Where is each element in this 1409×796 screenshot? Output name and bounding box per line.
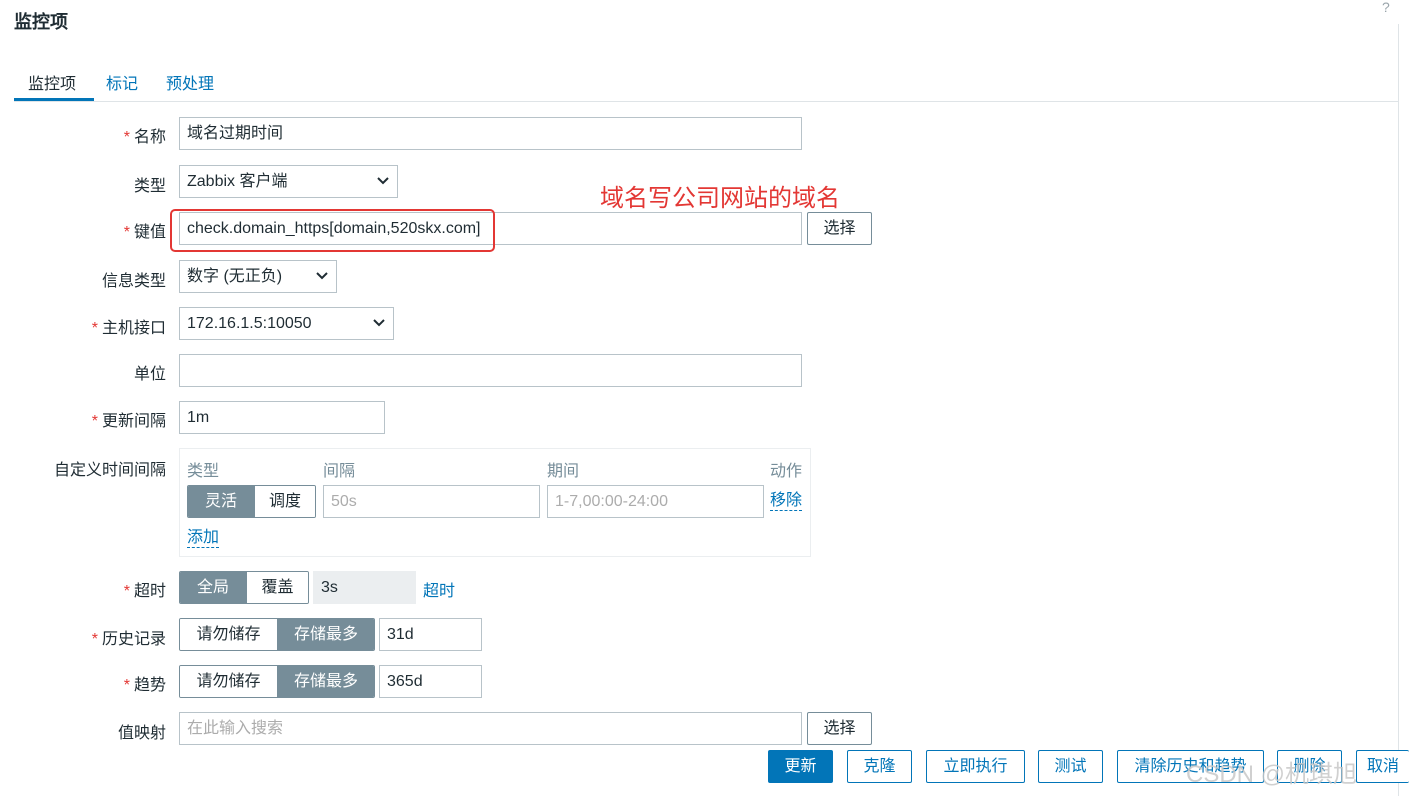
valuemap-label: 值映射 bbox=[117, 725, 166, 742]
ci-interval-input[interactable]: 50s bbox=[323, 485, 540, 518]
trends-input[interactable]: 365d bbox=[379, 665, 482, 698]
valuemap-input[interactable]: 在此输入搜索 bbox=[179, 712, 802, 745]
clone-button[interactable]: 克隆 bbox=[847, 750, 912, 783]
units-input[interactable] bbox=[179, 354, 802, 387]
trends-store-up-to[interactable]: 存储最多 bbox=[277, 666, 374, 697]
type-select[interactable]: Zabbix 客户端 bbox=[179, 165, 398, 198]
units-label: 单位 bbox=[133, 366, 166, 383]
watermark: CSDN @机琪旭 bbox=[1186, 761, 1358, 788]
history-label: * 历史记录 bbox=[91, 631, 166, 648]
history-do-not-store[interactable]: 请勿储存 bbox=[180, 619, 277, 650]
key-select-button[interactable]: 选择 bbox=[807, 212, 872, 245]
interface-select[interactable]: 172.16.1.5:10050 bbox=[179, 307, 394, 340]
history-store-up-to[interactable]: 存储最多 bbox=[277, 619, 374, 650]
type-select-value: Zabbix 客户端 bbox=[187, 173, 288, 190]
timeout-link[interactable]: 超时 bbox=[423, 577, 455, 601]
ci-header-period: 期间 bbox=[547, 463, 580, 480]
ci-type-flexible[interactable]: 灵活 bbox=[188, 486, 254, 517]
chevron-down-icon bbox=[377, 177, 389, 185]
annotation-text: 域名写公司网站的域名 bbox=[600, 185, 840, 212]
ci-header-type: 类型 bbox=[187, 463, 220, 480]
name-input[interactable]: 域名过期时间 bbox=[179, 117, 802, 150]
ci-type-toggle: 灵活 调度 bbox=[187, 485, 316, 518]
ci-period-input[interactable]: 1-7,00:00-24:00 bbox=[547, 485, 764, 518]
timeout-global[interactable]: 全局 bbox=[180, 572, 246, 603]
name-label: * 名称 bbox=[123, 129, 166, 146]
chevron-down-icon bbox=[373, 319, 385, 327]
update-button[interactable]: 更新 bbox=[768, 750, 833, 783]
ci-header-interval: 间隔 bbox=[323, 463, 356, 480]
value-type-select[interactable]: 数字 (无正负) bbox=[179, 260, 337, 293]
execute-now-button[interactable]: 立即执行 bbox=[926, 750, 1025, 783]
panel-border bbox=[1398, 24, 1399, 796]
ci-type-scheduling[interactable]: 调度 bbox=[254, 486, 315, 517]
interface-label: * 主机接口 bbox=[91, 320, 166, 337]
tab-bar: 监控项 标记 预处理 bbox=[14, 60, 1398, 102]
help-icon[interactable]: ? bbox=[1382, 0, 1390, 15]
value-type-label: 信息类型 bbox=[101, 273, 166, 290]
tab-tags[interactable]: 标记 bbox=[106, 70, 138, 94]
test-button[interactable]: 测试 bbox=[1038, 750, 1103, 783]
trends-do-not-store[interactable]: 请勿储存 bbox=[180, 666, 277, 697]
timeout-override[interactable]: 覆盖 bbox=[246, 572, 308, 603]
trends-label: * 趋势 bbox=[123, 677, 166, 694]
ci-header-action: 动作 bbox=[770, 463, 803, 480]
timeout-input: 3s bbox=[313, 571, 416, 604]
value-type-select-value: 数字 (无正负) bbox=[187, 268, 283, 285]
annotation-highlight-box bbox=[170, 209, 495, 252]
type-label: 类型 bbox=[133, 178, 166, 195]
valuemap-select-button[interactable]: 选择 bbox=[807, 712, 872, 745]
active-tab-indicator bbox=[14, 98, 94, 101]
delay-input[interactable]: 1m bbox=[179, 401, 385, 434]
tab-item[interactable]: 监控项 bbox=[28, 70, 76, 94]
timeout-label: * 超时 bbox=[123, 583, 166, 600]
delay-label: * 更新间隔 bbox=[91, 413, 166, 430]
timeout-toggle: 全局 覆盖 bbox=[179, 571, 309, 604]
page-title: 监控项 bbox=[14, 12, 68, 32]
ci-remove-link[interactable]: 移除 bbox=[770, 492, 803, 511]
key-label: * 键值 bbox=[123, 224, 166, 241]
chevron-down-icon bbox=[316, 272, 328, 280]
history-input[interactable]: 31d bbox=[379, 618, 482, 651]
custom-intervals-label: 自定义时间间隔 bbox=[53, 462, 166, 479]
interface-select-value: 172.16.1.5:10050 bbox=[187, 315, 312, 332]
cancel-button[interactable]: 取消 bbox=[1356, 750, 1409, 783]
tab-preprocessing[interactable]: 预处理 bbox=[166, 70, 214, 94]
trends-toggle: 请勿储存 存储最多 bbox=[179, 665, 375, 698]
history-toggle: 请勿储存 存储最多 bbox=[179, 618, 375, 651]
ci-add-link[interactable]: 添加 bbox=[187, 529, 220, 548]
